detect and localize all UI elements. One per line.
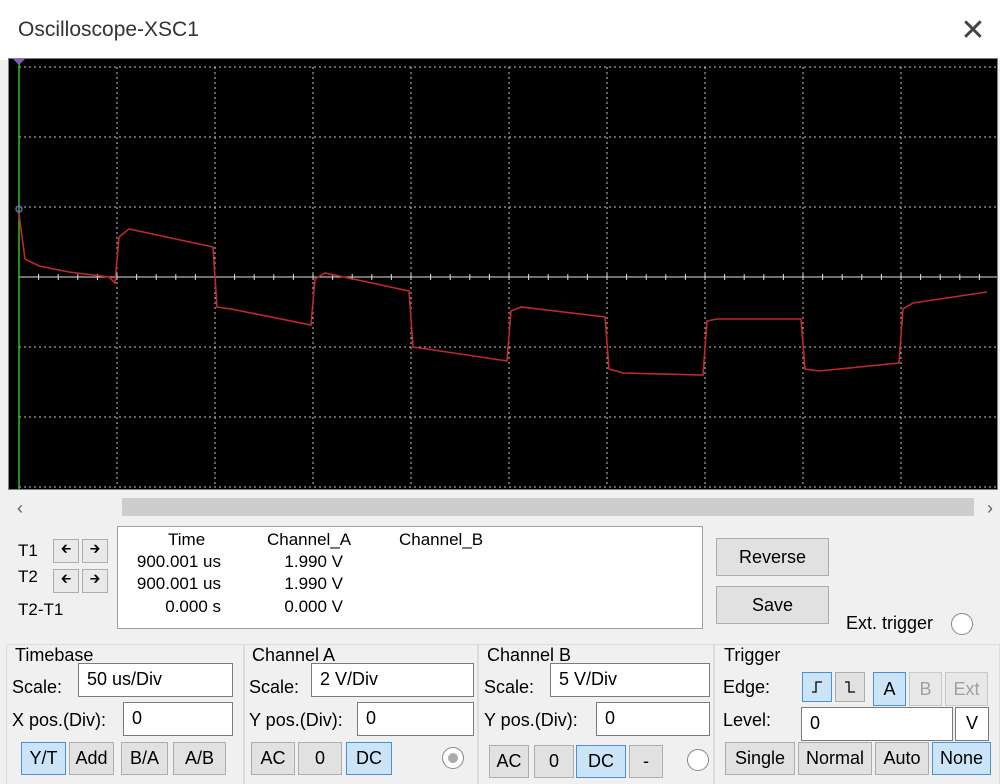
t2-right-arrow-button[interactable]: 🡲 xyxy=(82,569,108,593)
channel-a-scale-input[interactable]: 2 V/Div xyxy=(311,663,474,697)
channel-b-ypos-input[interactable]: 0 xyxy=(596,702,710,736)
row2-time: 900.001 us xyxy=(136,574,221,593)
trigger-title: Trigger xyxy=(724,645,781,665)
t1-right-arrow-button[interactable]: 🡲 xyxy=(82,539,108,563)
timebase-xpos-input[interactable]: 0 xyxy=(123,702,233,736)
arrow-right-icon: 🡲 xyxy=(89,571,101,586)
row1-time: 900.001 us xyxy=(136,552,221,571)
ext-trigger-radio[interactable] xyxy=(951,613,973,635)
trigger-level-label: Level: xyxy=(723,710,772,730)
t2-label: T2 xyxy=(18,567,38,586)
trigger-level-input[interactable]: 0 xyxy=(801,707,953,741)
channel-a-ypos-input[interactable]: 0 xyxy=(357,702,474,736)
trigger-source-a-button[interactable]: A xyxy=(873,672,906,706)
timebase-xpos-label: X pos.(Div): xyxy=(12,710,107,730)
t1-left-arrow-button[interactable]: 🡰 xyxy=(53,539,79,563)
mode-add-button[interactable]: Add xyxy=(69,742,114,775)
close-icon[interactable]: ✕ xyxy=(950,10,996,50)
scroll-left-icon[interactable]: ‹ xyxy=(8,496,32,520)
header-time: Time xyxy=(168,530,206,549)
channel-b-ac-button[interactable]: AC xyxy=(489,745,529,778)
trigger-none-button[interactable]: None xyxy=(932,742,991,775)
channel-a-trace xyxy=(18,213,988,376)
timebase-scale-input[interactable]: 50 us/Div xyxy=(78,663,233,697)
channel-b-ypos-label: Y pos.(Div): xyxy=(484,710,578,730)
oscilloscope-display xyxy=(13,59,997,489)
horizontal-scrollbar[interactable]: ‹ › xyxy=(0,496,1000,520)
row3-time: 0.000 s xyxy=(165,597,221,616)
channel-a-zero-button[interactable]: 0 xyxy=(298,742,342,775)
channel-b-zero-button[interactable]: 0 xyxy=(534,745,574,778)
header-channel-a: Channel_A xyxy=(267,530,352,549)
t1-label: T1 xyxy=(18,541,38,560)
header-channel-b: Channel_B xyxy=(399,530,484,549)
trigger-level-unit[interactable]: V xyxy=(955,707,989,741)
scroll-right-icon[interactable]: › xyxy=(978,496,1000,520)
timebase-scale-label: Scale: xyxy=(12,677,63,697)
channel-a-group: Channel A Scale: 2 V/Div Y pos.(Div): 0 … xyxy=(244,644,478,784)
channel-a-ac-button[interactable]: AC xyxy=(251,742,295,775)
channel-b-radio[interactable] xyxy=(687,749,709,771)
channel-b-group: Channel B Scale: 5 V/Div Y pos.(Div): 0 … xyxy=(478,644,714,784)
channel-b-invert-button[interactable]: - xyxy=(629,745,663,778)
trigger-group: Trigger Edge: A B Ext Level: 0 V Single … xyxy=(714,644,1000,784)
scroll-thumb[interactable] xyxy=(122,498,974,516)
timebase-group: Timebase Scale: 50 us/Div X pos.(Div): 0… xyxy=(6,644,244,784)
rising-edge-icon xyxy=(812,681,822,693)
arrow-right-icon: 🡲 xyxy=(89,541,101,556)
cursor-marker-icon xyxy=(13,59,25,65)
measurement-readout: Time Channel_A Channel_B 900.001 us 1.99… xyxy=(117,526,703,629)
trigger-source-b-button[interactable]: B xyxy=(909,672,942,706)
trigger-normal-button[interactable]: Normal xyxy=(798,742,872,775)
trigger-auto-button[interactable]: Auto xyxy=(875,742,929,775)
mode-ba-button[interactable]: B/A xyxy=(121,742,168,775)
reverse-button[interactable]: Reverse xyxy=(716,538,829,576)
channel-b-scale-input[interactable]: 5 V/Div xyxy=(550,663,710,697)
oscilloscope-screen xyxy=(8,58,998,490)
channel-a-radio[interactable] xyxy=(442,747,464,769)
rising-edge-button[interactable] xyxy=(802,672,832,702)
row1-channel-a: 1.990 V xyxy=(284,552,343,571)
title-bar: Oscilloscope-XSC1 ✕ xyxy=(0,0,1000,60)
t2-left-arrow-button[interactable]: 🡰 xyxy=(53,569,79,593)
row3-channel-a: 0.000 V xyxy=(284,597,343,616)
window-title: Oscilloscope-XSC1 xyxy=(18,18,199,41)
arrow-left-icon: 🡰 xyxy=(60,571,72,586)
save-button[interactable]: Save xyxy=(716,586,829,624)
channel-b-dc-button[interactable]: DC xyxy=(576,745,626,778)
trigger-source-ext-button[interactable]: Ext xyxy=(945,672,988,706)
arrow-left-icon: 🡰 xyxy=(60,541,72,556)
trigger-edge-label: Edge: xyxy=(723,677,771,697)
channel-a-dc-button[interactable]: DC xyxy=(346,742,392,775)
ext-trigger-label: Ext. trigger xyxy=(846,613,934,633)
channel-b-scale-label: Scale: xyxy=(484,677,535,697)
mode-ab-button[interactable]: A/B xyxy=(173,742,226,775)
channel-a-scale-label: Scale: xyxy=(249,677,300,697)
channel-a-ypos-label: Y pos.(Div): xyxy=(249,710,343,730)
row2-channel-a: 1.990 V xyxy=(284,574,343,593)
t2-t1-label: T2-T1 xyxy=(18,600,64,619)
falling-edge-button[interactable] xyxy=(835,672,865,702)
trigger-single-button[interactable]: Single xyxy=(725,742,795,775)
mode-yt-button[interactable]: Y/T xyxy=(21,742,66,775)
falling-edge-icon xyxy=(845,681,855,693)
